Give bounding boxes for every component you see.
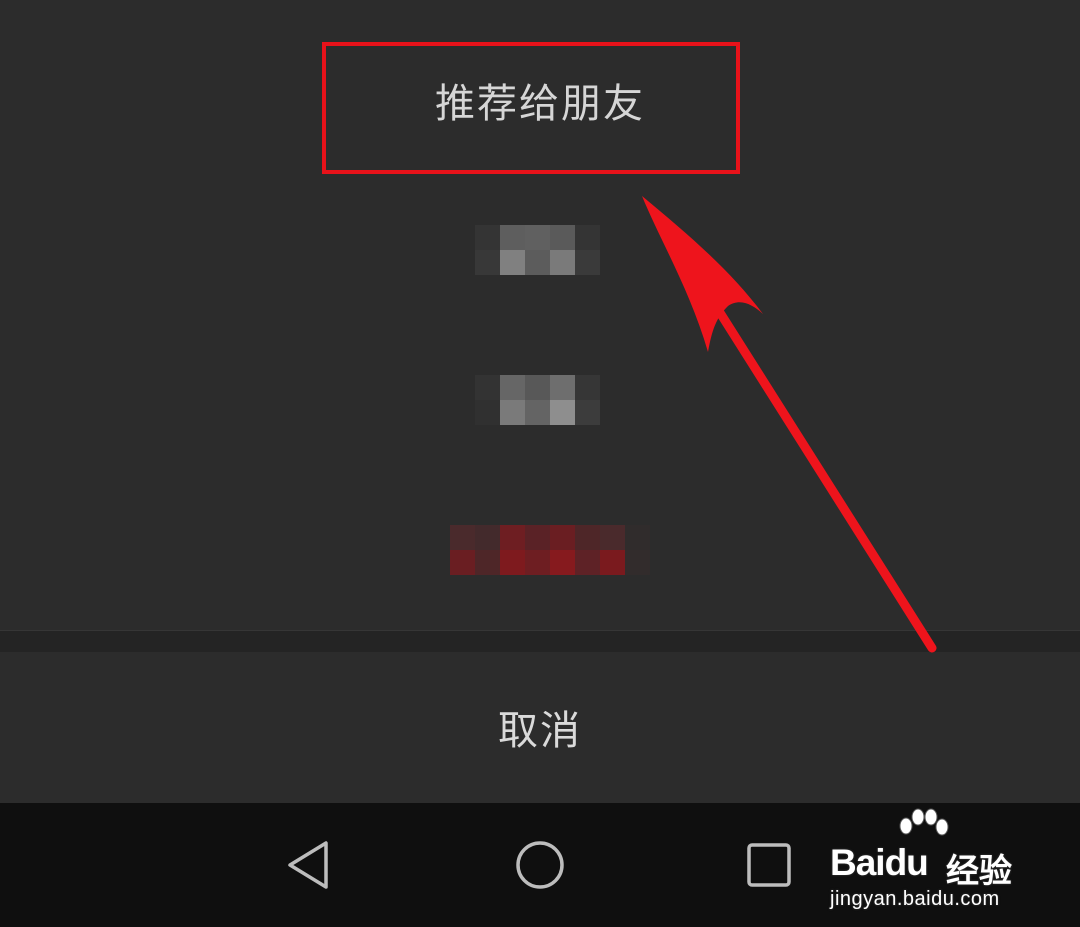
recent-apps-button[interactable] <box>737 833 801 897</box>
back-button[interactable] <box>278 833 342 897</box>
menu-option-redacted-1[interactable] <box>0 165 1080 315</box>
baidu-logo-text: Baidu <box>830 842 929 883</box>
redacted-label <box>475 225 600 275</box>
recent-apps-icon <box>747 843 791 887</box>
cancel-button[interactable]: 取消 <box>0 652 1080 802</box>
cancel-area: 取消 <box>0 652 1080 802</box>
menu-option-redacted-3[interactable] <box>0 465 1080 615</box>
redacted-label <box>475 375 600 425</box>
cancel-label: 取消 <box>498 708 582 754</box>
recommend-to-friend-label: 推荐给朋友 <box>435 81 645 127</box>
sheet-divider <box>0 630 1080 653</box>
redacted-label <box>450 525 650 575</box>
back-icon <box>288 841 328 889</box>
home-button[interactable] <box>508 833 572 897</box>
action-sheet: 推荐给朋友 <box>0 0 1080 630</box>
recommend-to-friend-option[interactable]: 推荐给朋友 <box>0 25 1080 175</box>
jingyan-logo-text: 经验 <box>946 851 1012 890</box>
menu-option-redacted-2[interactable] <box>0 315 1080 465</box>
watermark-url: jingyan.baidu.com <box>830 888 1000 910</box>
home-icon <box>516 841 564 889</box>
baidu-jingyan-watermark: Baidu 经验 jingyan.baidu.com <box>826 808 1026 918</box>
